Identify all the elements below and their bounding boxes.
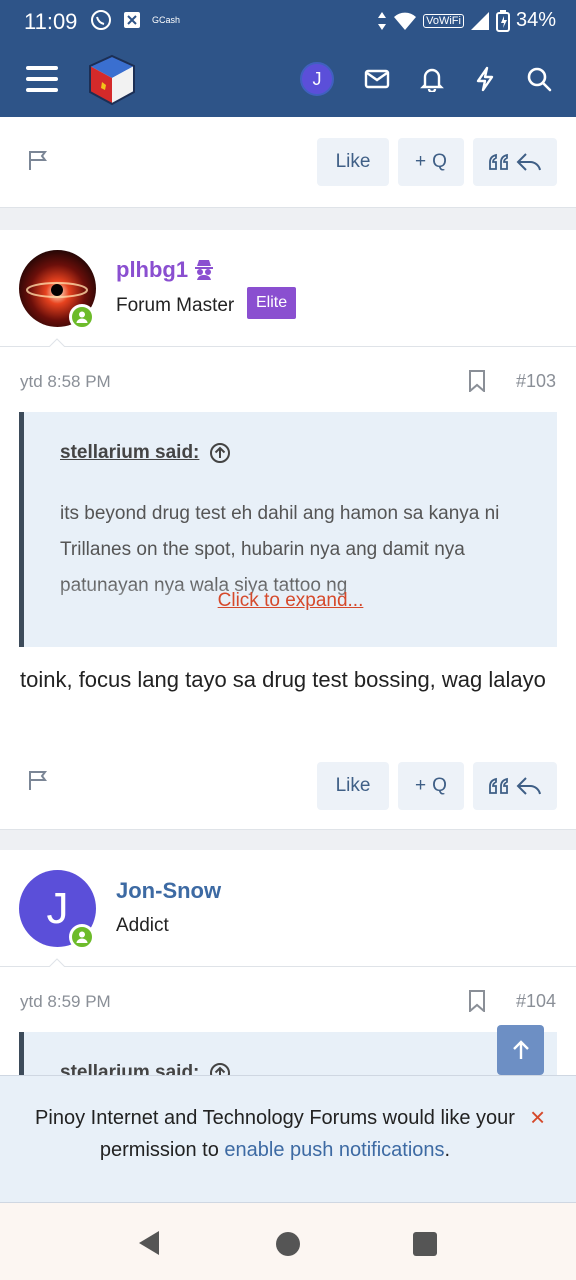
report-flag-icon[interactable]: [26, 768, 50, 792]
jump-up-icon: [210, 1063, 231, 1075]
menu-icon[interactable]: [26, 66, 58, 92]
app-bar-icons: J: [300, 62, 552, 96]
post-time[interactable]: ytd 8:59 PM: [20, 992, 111, 1012]
quote-block: stellarium said:: [19, 1032, 557, 1075]
back-icon[interactable]: [137, 1230, 161, 1256]
user-title: Addict: [116, 915, 169, 936]
quote-fade: [24, 577, 557, 647]
plus-icon: +: [415, 775, 427, 796]
post-number[interactable]: #103: [516, 371, 556, 392]
status-right-icons: VoWiFi 34%: [377, 9, 556, 32]
notice-period: .: [444, 1139, 451, 1161]
like-button[interactable]: Like: [317, 762, 389, 810]
online-status-icon: [69, 924, 95, 950]
username[interactable]: Jon-Snow: [116, 878, 221, 904]
quote-author: stellarium said:: [60, 442, 200, 463]
like-button[interactable]: Like: [317, 138, 389, 186]
quote-header[interactable]: stellarium said:: [60, 1062, 231, 1075]
previous-post-footer: Like + Q: [0, 117, 576, 208]
quote-author: stellarium said:: [60, 1062, 200, 1075]
post-103-user-header: plhbg1 Forum Master Elite: [0, 230, 576, 352]
reply-arrow-icon: [516, 777, 541, 795]
search-icon[interactable]: [526, 66, 552, 92]
account-avatar[interactable]: J: [300, 62, 334, 96]
data-arrows-icon: [378, 11, 387, 30]
app-bar: J: [0, 44, 576, 117]
post-time[interactable]: ytd 8:58 PM: [20, 372, 111, 392]
viber-icon: [91, 10, 111, 30]
user-title: Forum Master: [116, 295, 235, 316]
site-logo[interactable]: [84, 52, 140, 108]
thread-content: Like + Q plhbg1 Forum Master Elite ytd 8:…: [0, 117, 576, 1075]
gcash-app-icon: [124, 12, 140, 28]
quote-header[interactable]: stellarium said:: [60, 442, 231, 464]
bookmark-icon[interactable]: [468, 370, 486, 392]
quote-label: Q: [432, 775, 447, 796]
plus-icon: +: [415, 151, 427, 172]
spy-icon: [195, 260, 213, 280]
battery-icon: [495, 9, 510, 32]
expand-quote-link[interactable]: Click to expand...: [24, 590, 557, 612]
user-banner-badge: Elite: [247, 287, 297, 319]
lightning-icon[interactable]: [474, 66, 496, 92]
status-notification-icons: GCash: [90, 9, 180, 31]
status-time: 11:09: [24, 9, 78, 34]
inbox-icon[interactable]: [364, 68, 390, 90]
bookmark-icon[interactable]: [468, 990, 486, 1012]
recents-icon[interactable]: [413, 1232, 437, 1256]
post-body: toink, focus lang tayo sa drug test boss…: [20, 667, 546, 692]
post-number[interactable]: #104: [516, 991, 556, 1012]
report-flag-icon[interactable]: [26, 148, 50, 172]
jump-up-icon: [210, 443, 231, 463]
enable-push-link[interactable]: enable push notifications: [224, 1139, 444, 1161]
vowifi-badge: VoWiFi: [423, 13, 464, 28]
quote-marks-icon: [489, 777, 508, 794]
reply-arrow-icon: [516, 153, 541, 171]
signal-icon: [470, 11, 489, 30]
reply-quote-button[interactable]: [473, 762, 557, 810]
post-104: ytd 8:59 PM #104 stellarium said:: [0, 967, 576, 1075]
wifi-icon: [394, 12, 417, 30]
quote-marks-icon: [489, 153, 508, 170]
post-104-user-header: J Jon-Snow Addict: [0, 850, 576, 972]
arrow-up-icon: [512, 1040, 529, 1059]
scroll-to-top-button[interactable]: [497, 1025, 544, 1075]
home-icon[interactable]: [276, 1232, 300, 1256]
push-notification-notice: Pinoy Internet and Technology Forums wou…: [0, 1075, 576, 1203]
post-103: ytd 8:58 PM #103 stellarium said: its be…: [0, 347, 576, 830]
notice-text: Pinoy Internet and Technology Forums wou…: [20, 1102, 530, 1166]
multi-quote-button[interactable]: + Q: [398, 762, 464, 810]
like-label: Like: [335, 151, 371, 172]
multi-quote-button[interactable]: + Q: [398, 138, 464, 186]
system-nav-bar: [0, 1203, 576, 1280]
reply-quote-button[interactable]: [473, 138, 557, 186]
battery-percent: 34%: [515, 9, 556, 31]
bell-icon[interactable]: [420, 66, 444, 92]
status-bar: 11:09 GCash VoWiFi 34%: [0, 0, 576, 44]
online-status-icon: [69, 304, 95, 330]
username[interactable]: plhbg1: [116, 257, 188, 283]
quote-block: stellarium said: its beyond drug test eh…: [19, 412, 557, 647]
like-label: Like: [335, 775, 371, 796]
quote-label: Q: [432, 151, 447, 172]
close-icon[interactable]: ×: [530, 1102, 545, 1133]
top-bar: 11:09 GCash VoWiFi 34% J: [0, 0, 576, 117]
gcash-notification-label: GCash: [152, 15, 181, 25]
